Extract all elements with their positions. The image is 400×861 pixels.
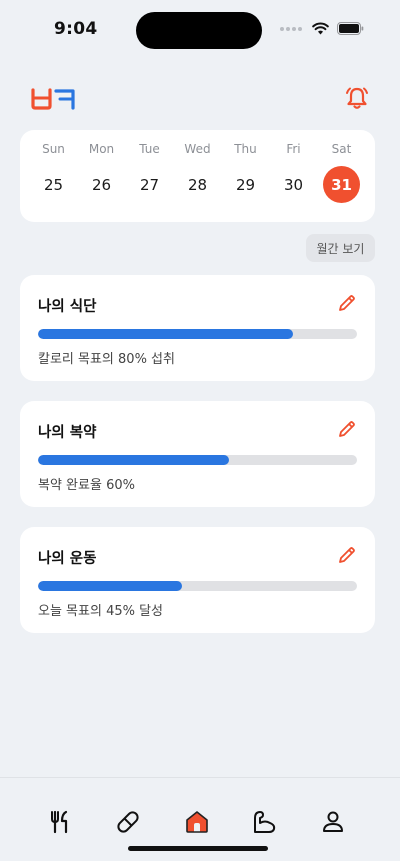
status-bar: 9:04 xyxy=(0,0,400,60)
calendar-day[interactable]: Thu 29 xyxy=(227,130,264,222)
calendar-day[interactable]: Sun 25 xyxy=(35,130,72,222)
app-logo-icon xyxy=(31,88,75,110)
person-icon xyxy=(323,811,343,832)
card-title: 나의 운동 xyxy=(38,551,97,567)
calendar-day[interactable]: Mon 26 xyxy=(83,130,120,222)
bottom-navigation xyxy=(0,777,400,861)
home-icon xyxy=(186,811,208,833)
monthly-view-button[interactable]: 월간 보기 xyxy=(306,234,375,262)
day-name: Fri xyxy=(286,142,301,156)
calendar-day-selected[interactable]: Sat 31 xyxy=(323,130,360,222)
day-number: 27 xyxy=(139,175,160,194)
signal-dots-icon xyxy=(280,26,302,31)
card-description: 칼로리 목표의 80% 섭취 xyxy=(38,352,175,367)
bell-icon[interactable] xyxy=(344,85,370,111)
progress-bar xyxy=(38,329,357,339)
day-number: 30 xyxy=(283,175,304,194)
week-calendar: Sun 25 Mon 26 Tue 27 Wed 28 Thu 29 Fri 3… xyxy=(20,130,375,222)
progress-bar xyxy=(38,455,357,465)
card-description: 복약 완료율 60% xyxy=(38,478,135,493)
progress-fill xyxy=(38,581,182,591)
pencil-icon[interactable] xyxy=(337,293,357,313)
day-number: 26 xyxy=(91,175,112,194)
nav-profile[interactable] xyxy=(318,807,348,837)
progress-bar xyxy=(38,581,357,591)
day-number: 29 xyxy=(235,175,256,194)
pencil-icon[interactable] xyxy=(337,419,357,439)
day-name: Wed xyxy=(184,142,211,156)
app-header xyxy=(0,80,400,120)
medication-card[interactable]: 나의 복약 복약 완료율 60% xyxy=(20,401,375,507)
card-description: 오늘 목표의 45% 달성 xyxy=(38,604,164,619)
arm-muscle-icon xyxy=(254,811,276,833)
card-title: 나의 복약 xyxy=(38,425,97,441)
day-name: Sun xyxy=(42,142,65,156)
status-icons xyxy=(280,22,364,35)
day-name: Sat xyxy=(331,142,352,156)
pencil-icon[interactable] xyxy=(337,545,357,565)
wifi-icon xyxy=(312,22,329,35)
day-name: Mon xyxy=(88,142,115,156)
battery-icon xyxy=(337,22,364,35)
calendar-day[interactable]: Wed 28 xyxy=(179,130,216,222)
home-indicator xyxy=(128,846,268,851)
day-number: 25 xyxy=(43,175,64,194)
calendar-day[interactable]: Fri 30 xyxy=(275,130,312,222)
progress-fill xyxy=(38,329,294,339)
fork-knife-icon xyxy=(51,810,68,834)
nav-medication[interactable] xyxy=(113,807,143,837)
status-time: 9:04 xyxy=(54,19,98,39)
nav-exercise[interactable] xyxy=(250,807,280,837)
dynamic-island xyxy=(136,12,262,49)
calendar-day[interactable]: Tue 27 xyxy=(131,130,168,222)
day-name: Tue xyxy=(139,142,160,156)
nav-diet[interactable] xyxy=(45,807,75,837)
exercise-card[interactable]: 나의 운동 오늘 목표의 45% 달성 xyxy=(20,527,375,633)
day-name: Thu xyxy=(234,142,257,156)
card-title: 나의 식단 xyxy=(38,299,97,315)
pill-icon xyxy=(117,811,139,833)
day-number: 28 xyxy=(187,175,208,194)
nav-home[interactable] xyxy=(182,807,212,837)
day-number: 31 xyxy=(323,166,360,203)
progress-fill xyxy=(38,455,230,465)
diet-card[interactable]: 나의 식단 칼로리 목표의 80% 섭취 xyxy=(20,275,375,381)
